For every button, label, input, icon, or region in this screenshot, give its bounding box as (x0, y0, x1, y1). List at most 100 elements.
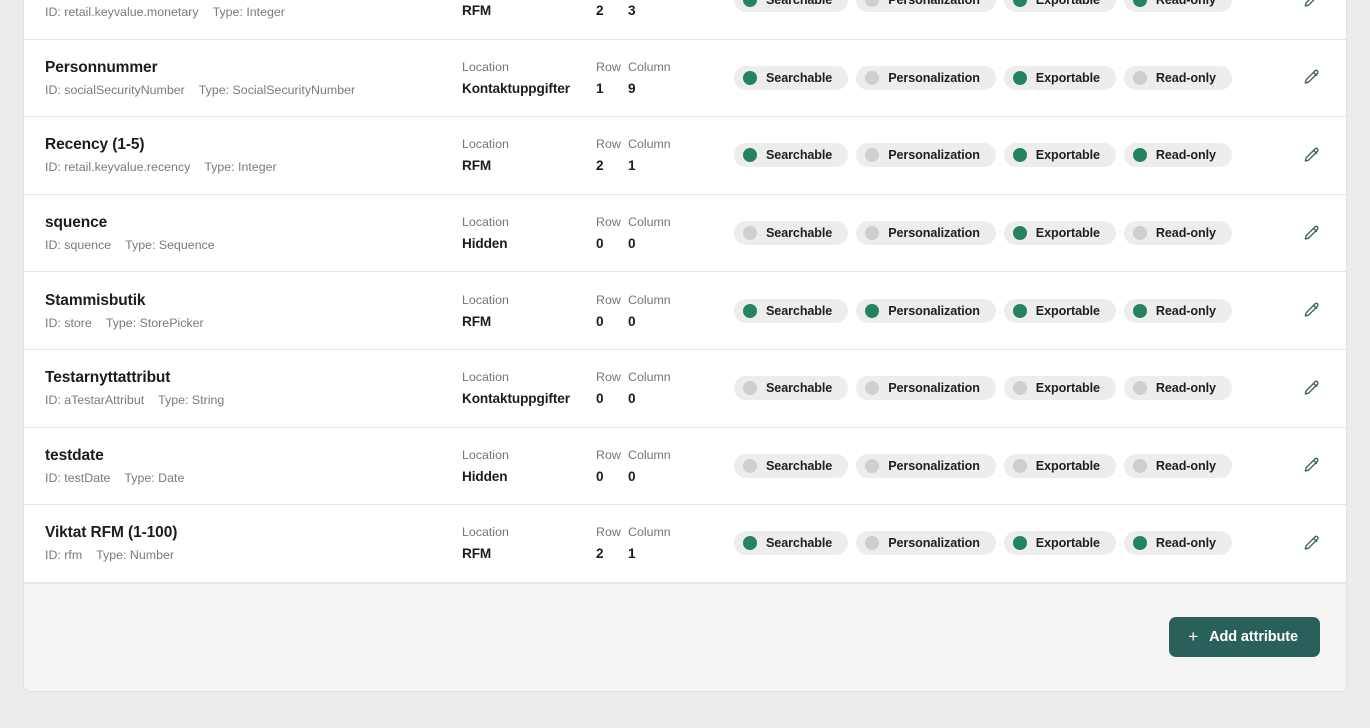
edit-attribute-button[interactable] (1294, 449, 1328, 483)
attribute-name-block: Monetary (1-5)ID: retail.keyvalue.moneta… (45, 0, 462, 20)
field-value-column: 0 (628, 390, 713, 407)
badge-readonly[interactable]: Read-only (1124, 531, 1232, 555)
badge-readonly[interactable]: Read-only (1124, 66, 1232, 90)
field-label-location: Location (462, 292, 596, 308)
field-row: Row0 (596, 447, 628, 485)
field-label-row: Row (596, 214, 628, 230)
edit-attribute-button[interactable] (1294, 61, 1328, 95)
table-row: Monetary (1-5)ID: retail.keyvalue.moneta… (24, 0, 1346, 40)
badge-personalization[interactable]: Personalization (856, 221, 996, 245)
badge-group: Searchable Personalization Exportable Read-… (734, 454, 1232, 478)
attribute-meta: ID: socialSecurityNumberType: SocialSecu… (45, 82, 462, 98)
badge-exportable[interactable]: Exportable (1004, 143, 1116, 167)
badge-label-exportable: Exportable (1036, 147, 1100, 163)
badge-label-exportable: Exportable (1036, 303, 1100, 319)
badge-exportable[interactable]: Exportable (1004, 376, 1116, 400)
attribute-name-block: PersonnummerID: socialSecurityNumberType… (45, 58, 462, 98)
badge-label-personalization: Personalization (888, 147, 980, 163)
attribute-id: ID: store (45, 315, 92, 331)
edit-attribute-button[interactable] (1294, 371, 1328, 405)
badge-searchable[interactable]: Searchable (734, 143, 848, 167)
badge-personalization[interactable]: Personalization (856, 531, 996, 555)
status-dot-personalization (865, 226, 879, 240)
badge-personalization[interactable]: Personalization (856, 454, 996, 478)
badge-exportable[interactable]: Exportable (1004, 0, 1116, 12)
attribute-id: ID: squence (45, 237, 111, 253)
badge-readonly[interactable]: Read-only (1124, 0, 1232, 12)
badge-searchable[interactable]: Searchable (734, 531, 848, 555)
field-row: Row1 (596, 59, 628, 97)
badge-label-personalization: Personalization (888, 70, 980, 86)
badge-label-exportable: Exportable (1036, 0, 1100, 8)
pencil-icon (1302, 456, 1321, 475)
edit-attribute-button[interactable] (1294, 138, 1328, 172)
badge-label-searchable: Searchable (766, 0, 832, 8)
status-dot-searchable (743, 0, 757, 7)
field-value-location: RFM (462, 2, 596, 19)
badge-searchable[interactable]: Searchable (734, 454, 848, 478)
attribute-name-block: testdateID: testDateType: Date (45, 446, 462, 486)
badge-readonly[interactable]: Read-only (1124, 454, 1232, 478)
field-column: Column3 (628, 0, 713, 19)
badge-searchable[interactable]: Searchable (734, 0, 848, 12)
field-column: Column0 (628, 369, 713, 407)
attribute-meta: ID: testDate Type: Date (45, 470, 462, 486)
field-value-location: RFM (462, 313, 596, 330)
status-dot-personalization (865, 0, 879, 7)
attribute-id: ID: testDate (45, 470, 110, 486)
status-dot-readonly (1133, 148, 1147, 162)
field-value-location: Hidden (462, 235, 596, 252)
badge-readonly[interactable]: Read-only (1124, 376, 1232, 400)
field-row: Row2 (596, 524, 628, 562)
plus-icon: + (1188, 628, 1198, 645)
badge-personalization[interactable]: Personalization (856, 66, 996, 90)
attribute-id: ID: rfm (45, 547, 82, 563)
attribute-id: ID: retail.keyvalue.monetary (45, 4, 199, 20)
table-row: Viktat RFM (1-100)ID: rfmType: NumberLoc… (24, 505, 1346, 583)
table-row: TestarnyttattributID: aTestarAttributTyp… (24, 350, 1346, 428)
pencil-icon (1302, 534, 1321, 553)
badge-searchable[interactable]: Searchable (734, 66, 848, 90)
badge-group: Searchable Personalization Exportable Read-… (734, 0, 1232, 12)
attribute-type: Type: Date (124, 470, 184, 486)
edit-attribute-button[interactable] (1294, 0, 1328, 17)
attribute-type: Type: Integer (204, 159, 276, 175)
status-dot-exportable (1013, 459, 1027, 473)
attribute-meta: ID: aTestarAttributType: String (45, 392, 462, 408)
field-label-column: Column (628, 292, 713, 308)
badge-label-searchable: Searchable (766, 303, 832, 319)
badge-searchable[interactable]: Searchable (734, 376, 848, 400)
add-attribute-button[interactable]: + Add attribute (1169, 617, 1320, 657)
field-location: LocationHidden (462, 447, 596, 485)
badge-searchable[interactable]: Searchable (734, 299, 848, 323)
attribute-meta: ID: retail.keyvalue.monetaryType: Intege… (45, 4, 462, 20)
badge-exportable[interactable]: Exportable (1004, 531, 1116, 555)
badge-readonly[interactable]: Read-only (1124, 221, 1232, 245)
badge-readonly[interactable]: Read-only (1124, 299, 1232, 323)
table-row: squenceID: squenceType: SequenceLocation… (24, 195, 1346, 273)
edit-attribute-button[interactable] (1294, 526, 1328, 560)
attribute-id: ID: socialSecurityNumber (45, 82, 185, 98)
badge-exportable[interactable]: Exportable (1004, 299, 1116, 323)
field-label-row: Row (596, 447, 628, 463)
status-dot-readonly (1133, 71, 1147, 85)
pencil-icon (1302, 379, 1321, 398)
badge-personalization[interactable]: Personalization (856, 0, 996, 12)
field-value-row: 1 (596, 80, 628, 97)
badge-searchable[interactable]: Searchable (734, 221, 848, 245)
badge-readonly[interactable]: Read-only (1124, 143, 1232, 167)
field-value-column: 0 (628, 468, 713, 485)
badge-exportable[interactable]: Exportable (1004, 221, 1116, 245)
badge-personalization[interactable]: Personalization (856, 376, 996, 400)
edit-attribute-button[interactable] (1294, 216, 1328, 250)
edit-attribute-button[interactable] (1294, 294, 1328, 328)
status-dot-personalization (865, 304, 879, 318)
badge-exportable[interactable]: Exportable (1004, 454, 1116, 478)
attribute-title: squence (45, 213, 462, 232)
badge-exportable[interactable]: Exportable (1004, 66, 1116, 90)
card-footer: + Add attribute (24, 583, 1346, 691)
status-dot-readonly (1133, 226, 1147, 240)
badge-personalization[interactable]: Personalization (856, 299, 996, 323)
attribute-name-block: Viktat RFM (1-100)ID: rfmType: Number (45, 523, 462, 563)
badge-personalization[interactable]: Personalization (856, 143, 996, 167)
